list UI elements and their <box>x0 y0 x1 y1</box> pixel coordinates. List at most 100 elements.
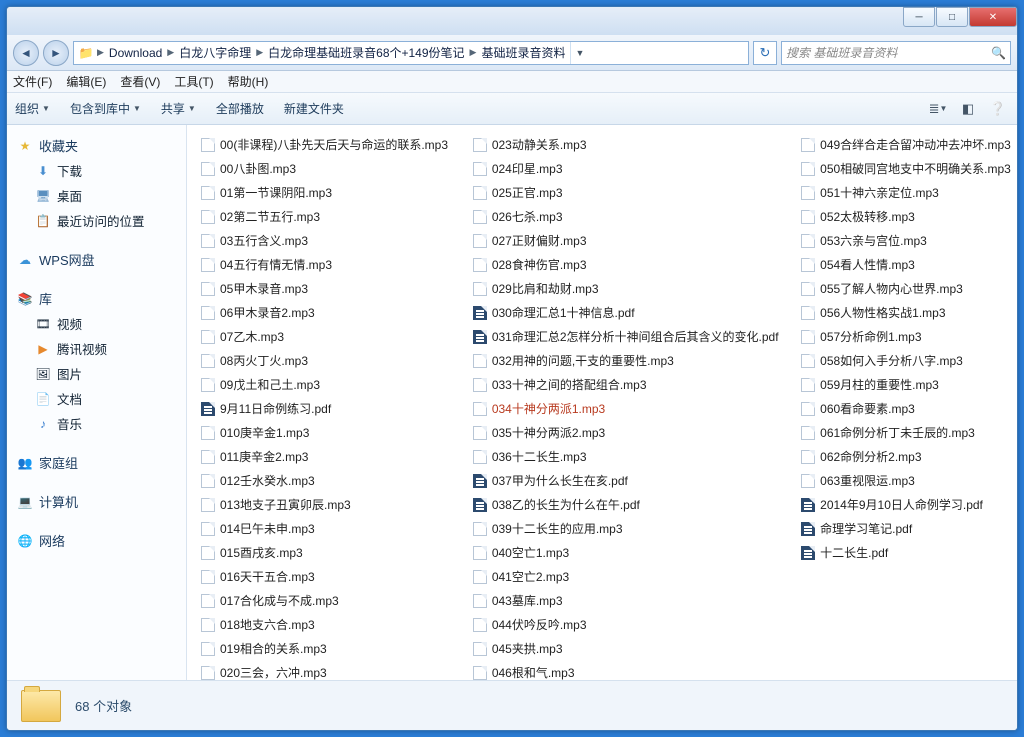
file-item[interactable]: 063重视限运.mp3 <box>799 471 1005 490</box>
file-item[interactable]: 038乙的长生为什么在午.pdf <box>471 495 769 514</box>
file-item[interactable]: 017合化成与不成.mp3 <box>199 591 441 610</box>
file-item[interactable]: 032用神的问题,干支的重要性.mp3 <box>471 351 769 370</box>
file-item[interactable]: 09戊土和己土.mp3 <box>199 375 441 394</box>
file-item[interactable]: 058如何入手分析八字.mp3 <box>799 351 1005 370</box>
file-item[interactable]: 02第二节五行.mp3 <box>199 207 441 226</box>
breadcrumb[interactable]: Download <box>107 46 164 60</box>
file-item[interactable]: 023动静关系.mp3 <box>471 135 769 154</box>
file-item[interactable]: 031命理汇总2怎样分析十神间组合后其含义的变化.pdf <box>471 327 769 346</box>
sidebar-libraries[interactable]: 📚库 <box>11 286 182 311</box>
file-item[interactable]: 043墓库.mp3 <box>471 591 769 610</box>
help-button[interactable]: ❔ <box>987 99 1009 119</box>
file-item[interactable]: 016天干五合.mp3 <box>199 567 441 586</box>
forward-button[interactable]: ► <box>43 40 69 66</box>
file-item[interactable]: 020三会，六冲.mp3 <box>199 663 441 680</box>
sidebar-network[interactable]: 🌐网络 <box>11 528 182 553</box>
play-all-button[interactable]: 全部播放 <box>216 100 264 117</box>
file-item[interactable]: 045夹拱.mp3 <box>471 639 769 658</box>
file-item[interactable]: 036十二长生.mp3 <box>471 447 769 466</box>
sidebar-item-tencent-video[interactable]: ▶腾讯视频 <box>11 336 182 361</box>
file-item[interactable]: 03五行含义.mp3 <box>199 231 441 250</box>
share-button[interactable]: 共享▼ <box>161 100 196 117</box>
file-item[interactable]: 040空亡1.mp3 <box>471 543 769 562</box>
file-item[interactable]: 029比肩和劫财.mp3 <box>471 279 769 298</box>
file-item[interactable]: 055了解人物内心世界.mp3 <box>799 279 1005 298</box>
sidebar-item-desktop[interactable]: 🖥桌面 <box>11 183 182 208</box>
sidebar-item-pictures[interactable]: 🖼图片 <box>11 361 182 386</box>
file-item[interactable]: 026七杀.mp3 <box>471 207 769 226</box>
file-item[interactable]: 034十神分两派1.mp3 <box>471 399 769 418</box>
file-item[interactable]: 015酉戌亥.mp3 <box>199 543 441 562</box>
file-item[interactable]: 051十神六亲定位.mp3 <box>799 183 1005 202</box>
file-item[interactable]: 054看人性情.mp3 <box>799 255 1005 274</box>
sidebar-wps[interactable]: ☁WPS网盘 <box>11 247 182 272</box>
menu-help[interactable]: 帮助(H) <box>228 73 269 90</box>
sidebar-item-recent[interactable]: 📋最近访问的位置 <box>11 208 182 233</box>
search-input[interactable]: 搜索 基础班录音资料 🔍 <box>781 41 1011 65</box>
file-item[interactable]: 014巳午未申.mp3 <box>199 519 441 538</box>
file-item[interactable]: 00八卦图.mp3 <box>199 159 441 178</box>
sidebar-favorites[interactable]: ★收藏夹 <box>11 133 182 158</box>
menu-file[interactable]: 文件(F) <box>13 73 52 90</box>
file-item[interactable]: 039十二长生的应用.mp3 <box>471 519 769 538</box>
breadcrumb[interactable]: 基础班录音资料 <box>479 44 567 61</box>
minimize-button[interactable]: ─ <box>903 7 935 27</box>
address-dropdown[interactable]: ▼ <box>570 42 588 64</box>
organize-button[interactable]: 组织▼ <box>15 100 50 117</box>
menu-tools[interactable]: 工具(T) <box>174 73 213 90</box>
address-bar[interactable]: 📁 ▶ Download ▶ 白龙八字命理 ▶ 白龙命理基础班录音68个+149… <box>73 41 749 65</box>
file-item[interactable]: 046根和气.mp3 <box>471 663 769 680</box>
menu-view[interactable]: 查看(V) <box>120 73 160 90</box>
file-item[interactable]: 08丙火丁火.mp3 <box>199 351 441 370</box>
sidebar-item-videos[interactable]: 🎞视频 <box>11 311 182 336</box>
file-item[interactable]: 012壬水癸水.mp3 <box>199 471 441 490</box>
file-item[interactable]: 013地支子丑寅卯辰.mp3 <box>199 495 441 514</box>
file-item[interactable]: 00(非课程)八卦先天后天与命运的联系.mp3 <box>199 135 441 154</box>
refresh-button[interactable]: ↻ <box>753 41 777 65</box>
file-item[interactable]: 052太极转移.mp3 <box>799 207 1005 226</box>
file-item[interactable]: 035十神分两派2.mp3 <box>471 423 769 442</box>
file-item[interactable]: 07乙木.mp3 <box>199 327 441 346</box>
file-item[interactable]: 04五行有情无情.mp3 <box>199 255 441 274</box>
file-item[interactable]: 044伏吟反吟.mp3 <box>471 615 769 634</box>
file-item[interactable]: 命理学习笔记.pdf <box>799 519 1005 538</box>
preview-pane-button[interactable]: ◧ <box>957 99 979 119</box>
file-item[interactable]: 037甲为什么长生在亥.pdf <box>471 471 769 490</box>
menu-edit[interactable]: 编辑(E) <box>66 73 106 90</box>
file-item[interactable]: 01第一节课阴阳.mp3 <box>199 183 441 202</box>
file-item[interactable]: 06甲木录音2.mp3 <box>199 303 441 322</box>
file-item[interactable]: 061命例分析丁未壬辰的.mp3 <box>799 423 1005 442</box>
file-item[interactable]: 056人物性格实战1.mp3 <box>799 303 1005 322</box>
file-item[interactable]: 019相合的关系.mp3 <box>199 639 441 658</box>
file-item[interactable]: 018地支六合.mp3 <box>199 615 441 634</box>
file-item[interactable]: 05甲木录音.mp3 <box>199 279 441 298</box>
maximize-button[interactable]: □ <box>936 7 968 27</box>
file-item[interactable]: 033十神之间的搭配组合.mp3 <box>471 375 769 394</box>
file-item[interactable]: 十二长生.pdf <box>799 543 1005 562</box>
file-item[interactable]: 2014年9月10日人命例学习.pdf <box>799 495 1005 514</box>
sidebar-item-music[interactable]: ♪音乐 <box>11 411 182 436</box>
breadcrumb[interactable]: 白龙命理基础班录音68个+149份笔记 <box>266 44 466 61</box>
sidebar-computer[interactable]: 💻计算机 <box>11 489 182 514</box>
file-item[interactable]: 049合绊合走合留冲动冲去冲坏.mp3 <box>799 135 1005 154</box>
file-item[interactable]: 024印星.mp3 <box>471 159 769 178</box>
file-item[interactable]: 030命理汇总1十神信息.pdf <box>471 303 769 322</box>
file-item[interactable]: 050相破同宫地支中不明确关系.mp3 <box>799 159 1005 178</box>
sidebar-homegroup[interactable]: 👥家庭组 <box>11 450 182 475</box>
include-in-library-button[interactable]: 包含到库中▼ <box>70 100 141 117</box>
file-item[interactable]: 028食神伤官.mp3 <box>471 255 769 274</box>
file-item[interactable]: 025正官.mp3 <box>471 183 769 202</box>
back-button[interactable]: ◄ <box>13 40 39 66</box>
sidebar-item-downloads[interactable]: ⬇下载 <box>11 158 182 183</box>
file-item[interactable]: 011庚辛金2.mp3 <box>199 447 441 466</box>
file-item[interactable]: 053六亲与宫位.mp3 <box>799 231 1005 250</box>
new-folder-button[interactable]: 新建文件夹 <box>284 100 344 117</box>
file-item[interactable]: 062命例分析2.mp3 <box>799 447 1005 466</box>
file-item[interactable]: 057分析命例1.mp3 <box>799 327 1005 346</box>
file-list-pane[interactable]: 00(非课程)八卦先天后天与命运的联系.mp3 00八卦图.mp3 01第一节课阴阳… <box>187 125 1017 680</box>
view-mode-button[interactable]: ≣ ▼ <box>927 99 949 119</box>
file-item[interactable]: 059月柱的重要性.mp3 <box>799 375 1005 394</box>
file-item[interactable]: 9月11日命例练习.pdf <box>199 399 441 418</box>
file-item[interactable]: 027正财偏财.mp3 <box>471 231 769 250</box>
sidebar-item-documents[interactable]: 📄文档 <box>11 386 182 411</box>
